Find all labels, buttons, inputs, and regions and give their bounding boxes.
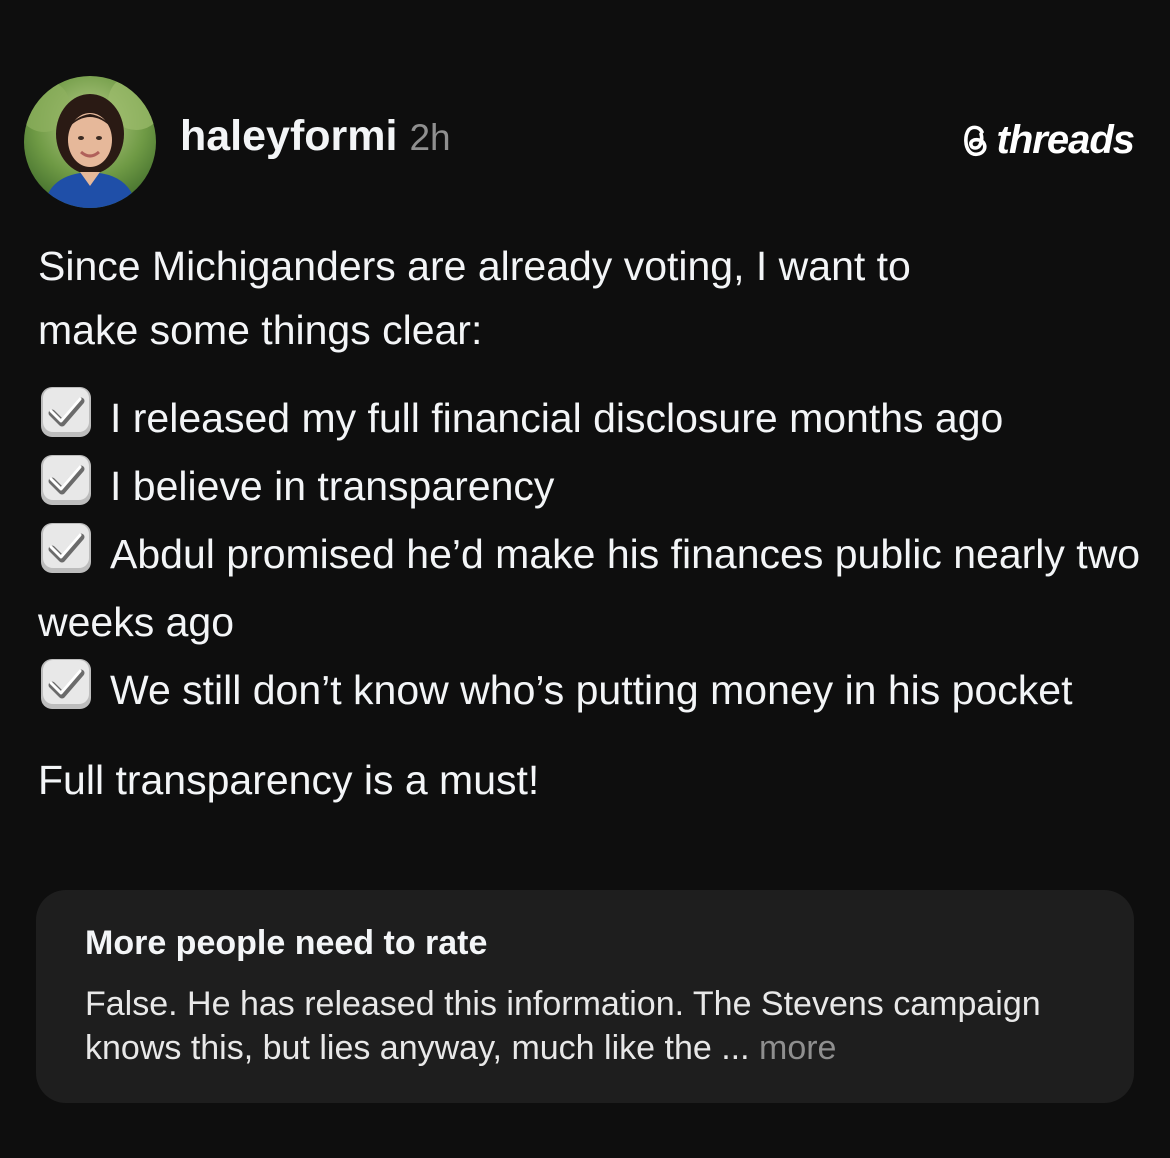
- community-note-body: False. He has released this information.…: [85, 985, 1041, 1067]
- list-item: Abdul promised he’d make his finances pu…: [38, 520, 1148, 656]
- community-note-title: More people need to rate: [85, 924, 488, 962]
- list-item-text: Abdul promised he’d make his finances pu…: [38, 531, 1141, 645]
- list-item: I released my full financial disclosure …: [38, 384, 1148, 452]
- profile-photo: [24, 76, 156, 208]
- list-item-text: We still don’t know who’s putting money …: [110, 667, 1073, 713]
- threads-logo-icon: [963, 125, 987, 157]
- author-header: haleyformi 2h: [180, 112, 451, 164]
- post-body: Since Michiganders are already voting, I…: [38, 234, 1148, 812]
- threads-brand: threads: [959, 118, 1135, 162]
- threads-post: haleyformi 2h threads Since Michiganders…: [0, 0, 1170, 1158]
- list-item-text: I released my full financial disclosure …: [110, 395, 1004, 441]
- community-note-text: False. He has released this information.…: [85, 982, 1105, 1070]
- list-item: We still don’t know who’s putting money …: [38, 656, 1148, 724]
- check-mark-button-emoji: [41, 387, 91, 437]
- check-mark-button-emoji: [41, 455, 91, 505]
- check-mark-button-emoji: [41, 659, 91, 709]
- intro-paragraph: Since Michiganders are already voting, I…: [38, 234, 1148, 362]
- threads-wordmark: threads: [996, 117, 1135, 162]
- check-mark-button-emoji: [41, 523, 91, 573]
- intro-line: make some things clear:: [38, 307, 483, 353]
- community-note-card[interactable]: More people need to rate False. He has r…: [36, 890, 1134, 1103]
- list-item-text: I believe in transparency: [110, 463, 555, 509]
- closing-line: Full transparency is a must!: [38, 757, 540, 803]
- more-link[interactable]: more: [759, 1029, 836, 1067]
- avatar[interactable]: [24, 76, 156, 208]
- author-username[interactable]: haleyformi: [180, 112, 397, 161]
- intro-line: Since Michiganders are already voting, I…: [38, 243, 911, 289]
- post-timestamp: 2h: [409, 117, 451, 158]
- list-item: I believe in transparency: [38, 452, 1148, 520]
- checklist: I released my full financial disclosure …: [38, 384, 1148, 724]
